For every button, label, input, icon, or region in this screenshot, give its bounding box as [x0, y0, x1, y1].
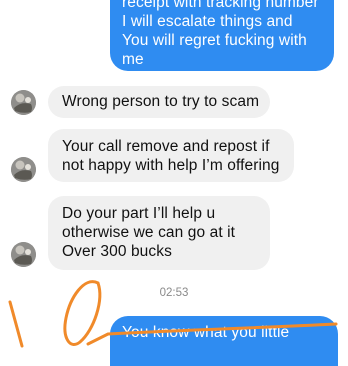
message-bubble-incoming[interactable]: Your call remove and repost if not happy… — [48, 129, 294, 182]
message-line: Do your part I’ll help u — [62, 205, 216, 222]
message-line: not happy with help I’m offering — [62, 157, 280, 174]
message-line: I will escalate things and — [122, 13, 293, 30]
message-line: otherwise we can go at it — [62, 224, 236, 241]
message-bubble-incoming[interactable]: Do your part I’ll help u otherwise we ca… — [48, 196, 270, 270]
message-line: You know what you little — [122, 324, 290, 341]
message-timestamp: 02:53 — [159, 287, 189, 299]
contact-avatar-icon[interactable] — [11, 242, 36, 267]
contact-avatar-icon[interactable] — [11, 90, 36, 115]
message-line: receipt with tracking number — [122, 0, 319, 11]
message-bubble-outgoing[interactable]: You know what you little — [110, 316, 338, 366]
message-line: You will regret fucking with — [122, 32, 307, 49]
message-bubble-outgoing[interactable]: receipt with tracking number I will esca… — [110, 0, 334, 71]
message-line: Wrong person to try to scam — [62, 93, 260, 110]
message-bubble-incoming[interactable]: Wrong person to try to scam — [48, 86, 270, 118]
message-line: me — [122, 51, 144, 68]
contact-avatar-icon[interactable] — [11, 157, 36, 182]
message-line: Your call remove and repost if — [62, 138, 270, 155]
message-line: Over 300 bucks — [62, 243, 172, 260]
